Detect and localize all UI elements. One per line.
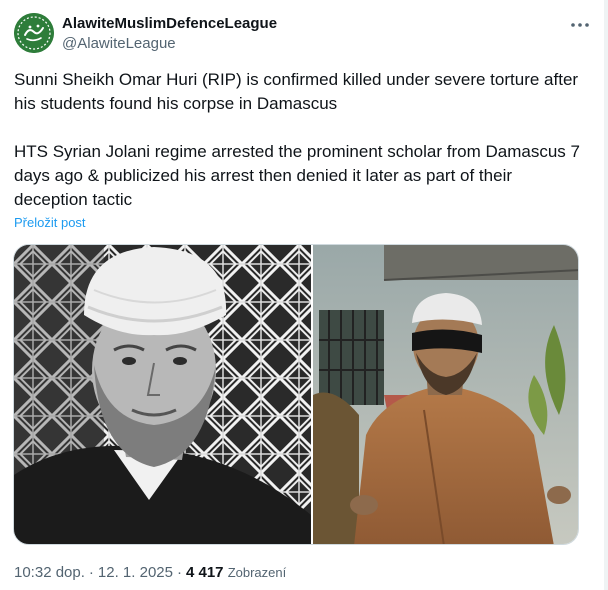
tweet-text: Sunni Sheikh Omar Huri (RIP) is confirme… [14, 68, 584, 212]
media-photos [14, 245, 578, 544]
more-options-button[interactable] [566, 15, 594, 35]
tweet-footer: 10:32 dop. · 12. 1. 2025 · 4 417 Zobrazení [14, 563, 286, 583]
more-options-icon [571, 23, 589, 27]
author-handle[interactable]: @AlawiteLeague [62, 34, 277, 54]
author-names: AlawiteMuslimDefenceLeague @AlawiteLeagu… [62, 14, 277, 54]
author-display-name[interactable]: AlawiteMuslimDefenceLeague [62, 14, 277, 34]
post-date[interactable]: 12. 1. 2025 [98, 564, 173, 581]
views-count: 4 417 [185, 564, 224, 581]
tweet-paragraph-2: HTS Syrian Jolani regime arrested the pr… [14, 142, 580, 209]
left-photo [14, 245, 311, 544]
right-photo [313, 245, 578, 544]
views-label: Zobrazení [227, 565, 287, 580]
scrollbar-track [604, 0, 608, 590]
avatar[interactable] [14, 13, 54, 53]
tweet-media[interactable] [13, 244, 579, 545]
tweet-card: AlawiteMuslimDefenceLeague @AlawiteLeagu… [0, 0, 608, 590]
tweet-header: AlawiteMuslimDefenceLeague @AlawiteLeagu… [14, 13, 594, 57]
translate-post-link[interactable]: Přeložit post [14, 214, 86, 232]
separator: · [88, 564, 94, 581]
post-time[interactable]: 10:32 dop. [14, 564, 85, 581]
tweet-paragraph-1: Sunni Sheikh Omar Huri (RIP) is confirme… [14, 70, 579, 113]
avatar-logo-icon [14, 13, 54, 53]
separator: · [176, 564, 182, 581]
